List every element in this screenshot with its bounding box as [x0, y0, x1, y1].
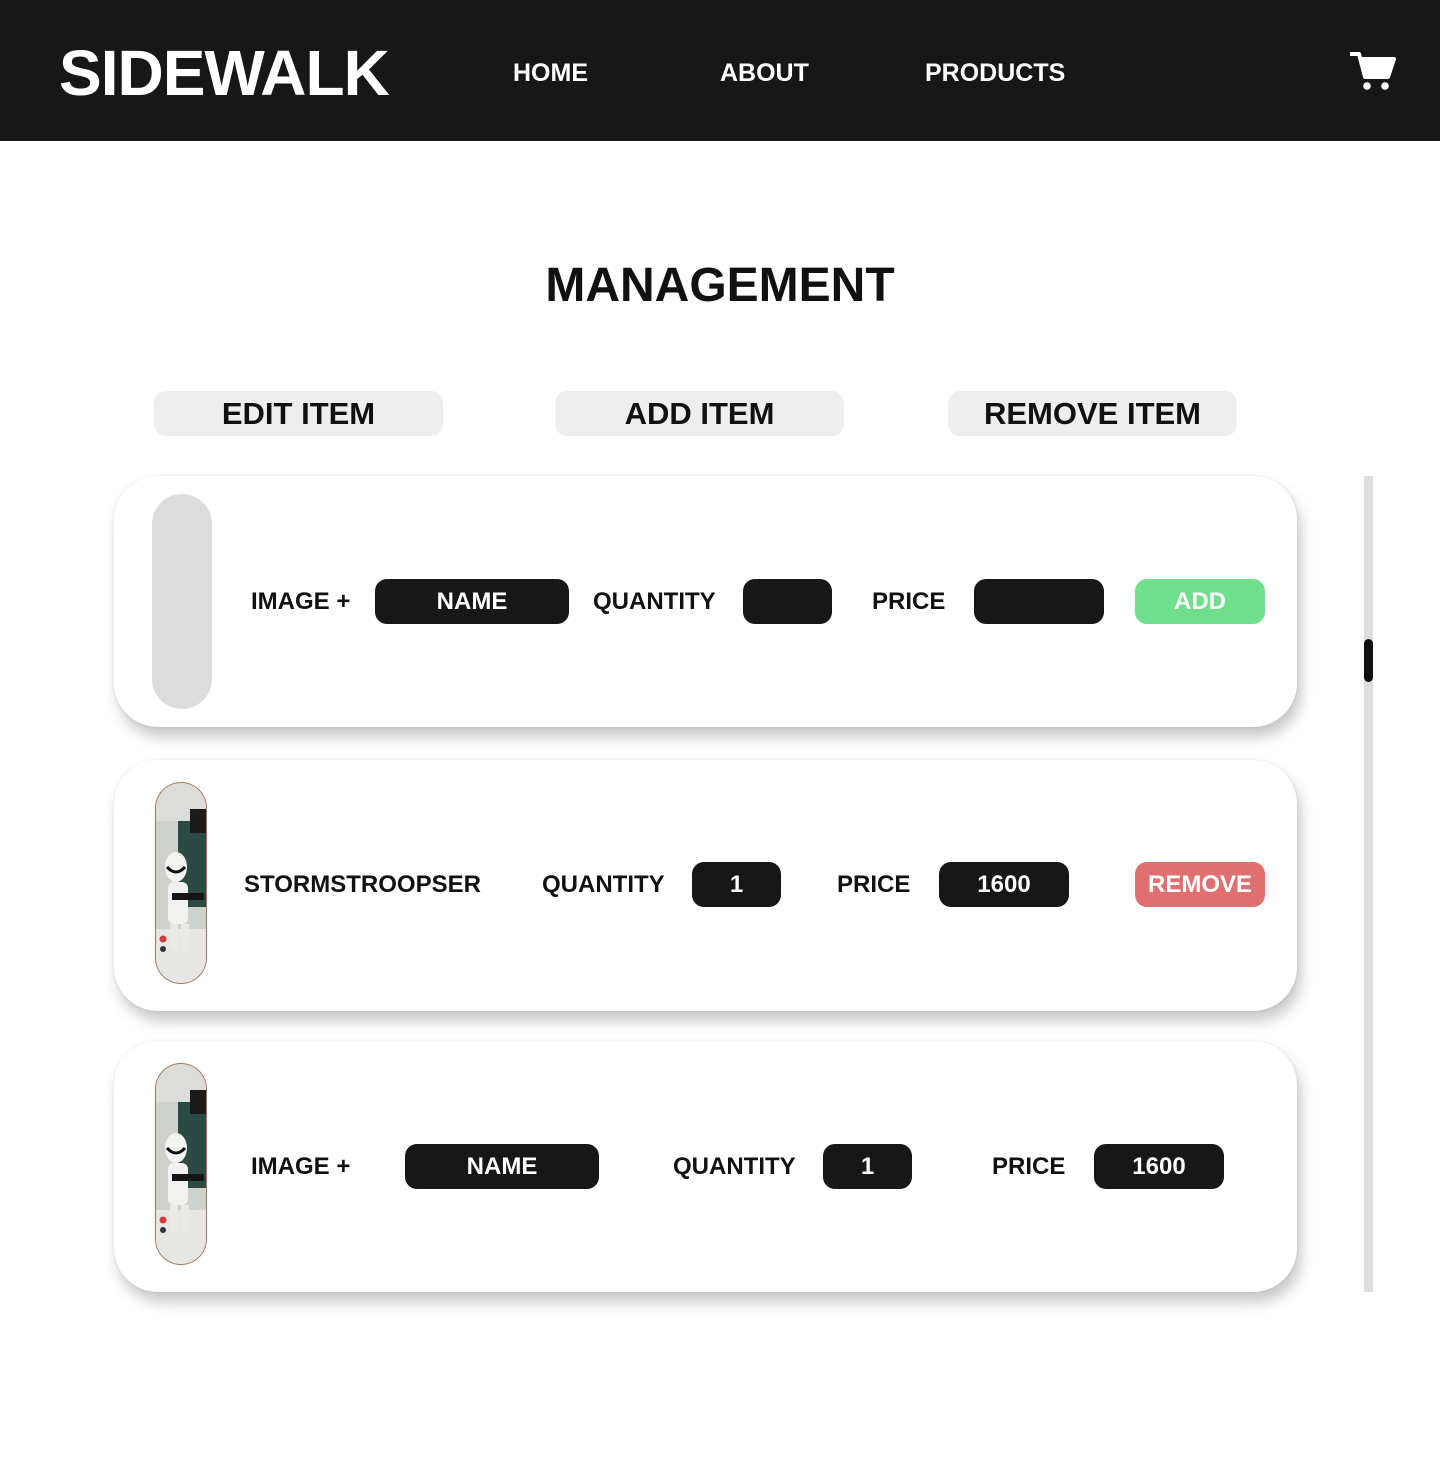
add-button[interactable]: ADD: [1135, 579, 1265, 624]
top-navbar: SIDEWALK HOME ABOUT PRODUCTS: [0, 0, 1440, 141]
remove-item-tab[interactable]: REMOVE ITEM: [948, 391, 1237, 436]
add-item-tab[interactable]: ADD ITEM: [555, 391, 844, 436]
quantity-input[interactable]: [823, 1144, 912, 1189]
add-item-card: IMAGE + QUANTITY PRICE ADD: [114, 476, 1297, 727]
image-upload-label[interactable]: IMAGE +: [251, 1152, 350, 1182]
name-input[interactable]: [375, 579, 569, 624]
quantity-label: QUANTITY: [673, 1153, 796, 1180]
price-label: PRICE: [837, 871, 911, 898]
remove-button[interactable]: REMOVE: [1135, 862, 1265, 907]
quantity-input[interactable]: [743, 579, 832, 624]
edit-item-tab[interactable]: EDIT ITEM: [154, 391, 443, 436]
name-input[interactable]: [405, 1144, 599, 1189]
skateboard-deck-image[interactable]: [154, 1062, 208, 1266]
scrollbar-track[interactable]: [1364, 476, 1373, 1292]
nav-about-link[interactable]: ABOUT: [720, 58, 809, 88]
shopping-cart-icon[interactable]: [1350, 50, 1396, 92]
price-input[interactable]: [1094, 1144, 1224, 1189]
price-value[interactable]: 1600: [939, 862, 1069, 907]
nav-products-link[interactable]: PRODUCTS: [925, 58, 1065, 88]
product-item-card: STORMSTROOPSER QUANTITY 1 PRICE 1600 REM…: [114, 760, 1297, 1011]
skateboard-deck-image: [155, 782, 207, 984]
price-label: PRICE: [992, 1153, 1066, 1180]
edit-item-card: IMAGE + QUANTITY PRICE: [114, 1041, 1297, 1292]
nav-home-link[interactable]: HOME: [513, 58, 588, 88]
site-logo[interactable]: SIDEWALK: [59, 38, 390, 108]
price-input[interactable]: [974, 579, 1104, 624]
price-label: PRICE: [872, 588, 946, 615]
image-upload-placeholder[interactable]: [152, 494, 212, 709]
item-name: STORMSTROOPSER: [244, 871, 481, 898]
quantity-value[interactable]: 1: [692, 862, 781, 907]
image-upload-label[interactable]: IMAGE +: [251, 587, 350, 617]
quantity-label: QUANTITY: [542, 871, 665, 898]
quantity-label: QUANTITY: [593, 588, 716, 615]
page-title: MANAGEMENT: [545, 259, 895, 312]
scrollbar-thumb[interactable]: [1364, 639, 1373, 682]
